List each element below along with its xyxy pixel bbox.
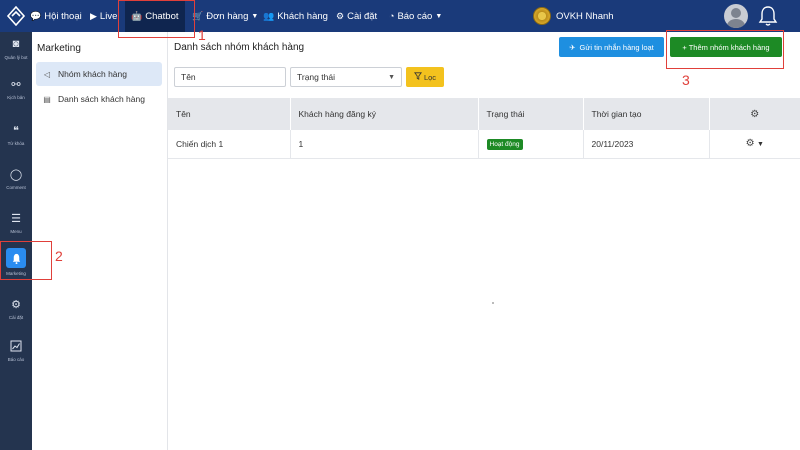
rail-item-comment[interactable]: ◯ Comment	[0, 162, 32, 198]
column-header[interactable]: Tên	[168, 98, 291, 130]
logo-icon	[6, 6, 26, 26]
column-header[interactable]: Thời gian tạo	[583, 98, 710, 130]
table-header-row: Tên Khách hàng đăng ký Trạng thái Thời g…	[168, 98, 800, 130]
nav-live[interactable]: ▶ Live	[90, 0, 117, 32]
annotation-number-2: 2	[55, 248, 63, 264]
chevron-down-icon: ▼	[435, 12, 443, 20]
nav-conversations[interactable]: 💬 Hội thoại	[30, 0, 82, 32]
marketing-sidebar: Marketing ◁ Nhóm khách hàng ▤ Danh sách …	[32, 32, 168, 450]
nav-customers[interactable]: 👥 Khách hàng	[263, 0, 328, 32]
sidebar-item-customer-list[interactable]: ▤ Danh sách khách hàng	[36, 87, 162, 111]
brand-name: OVKH Nhanh	[556, 10, 614, 22]
gear-icon[interactable]: ⚙	[750, 109, 759, 120]
annotation-box-2	[0, 241, 52, 280]
rail-label: Menu	[10, 229, 22, 234]
gear-icon: ⚙	[11, 298, 21, 311]
avatar[interactable]	[724, 4, 748, 28]
sidebar-item-customer-groups[interactable]: ◁ Nhóm khách hàng	[36, 62, 162, 86]
nav-label: Live	[99, 10, 118, 22]
page-title: Danh sách nhóm khách hàng	[174, 42, 305, 53]
send-icon: ✈	[569, 42, 576, 52]
rail-item-keyword[interactable]: ❝ Từ khóa	[0, 118, 32, 154]
flow-icon: ⚯	[11, 78, 21, 91]
status-badge: Hoạt động	[486, 138, 523, 150]
rail-label: Comment	[6, 185, 26, 190]
sidebar-item-label: Nhóm khách hàng	[58, 69, 127, 79]
nav-label: Báo cáo	[397, 10, 433, 22]
column-header[interactable]: Khách hàng đăng ký	[290, 98, 479, 130]
filter-button[interactable]: Lọc	[406, 67, 444, 87]
nav-label: Cài đặt	[347, 10, 378, 22]
sidebar-title: Marketing	[37, 43, 81, 54]
bell-icon[interactable]	[758, 5, 778, 27]
column-settings[interactable]: ⚙	[709, 98, 800, 130]
nav-label: Khách hàng	[277, 10, 328, 22]
annotation-box-1	[118, 0, 195, 38]
annotation-box-3	[666, 30, 784, 69]
chevron-down-icon: ▼	[251, 12, 259, 20]
robot-icon: ◙	[12, 38, 20, 50]
rail-label: Quản lý bot	[4, 55, 28, 60]
megaphone-icon: ◁	[43, 69, 51, 79]
chat-icon: 💬	[30, 10, 42, 21]
chart-icon: ◔	[389, 11, 395, 21]
rail-label: Từ khóa	[7, 141, 25, 146]
loading-dot	[492, 302, 494, 304]
sidebar-item-label: Danh sách khách hàng	[58, 94, 145, 104]
subscribers-cell: 1	[290, 130, 479, 158]
rail-item-bot-manager[interactable]: ◙ Quản lý bot	[0, 32, 32, 68]
gear-icon: ⚙	[336, 10, 345, 21]
rail-item-settings[interactable]: ⚙ Cài đặt	[0, 292, 32, 328]
group-name-cell[interactable]: Chiến dịch 1	[168, 130, 291, 158]
nav-settings[interactable]: ⚙ Cài đặt	[336, 0, 377, 32]
customer-group-table: Tên Khách hàng đăng ký Trạng thái Thời g…	[168, 98, 800, 159]
nav-label: Đơn hàng	[206, 10, 249, 22]
row-actions[interactable]: ⚙ ▼	[709, 130, 800, 158]
funnel-icon	[413, 72, 422, 82]
table-row[interactable]: Chiến dịch 1 1 Hoạt động 20/11/2023 ⚙ ▼	[168, 130, 800, 158]
annotation-number-1: 1	[198, 27, 206, 43]
contacts-icon: ▤	[43, 94, 51, 104]
rail-item-scenario[interactable]: ⚯ Kịch bản	[0, 72, 32, 108]
status-cell: Hoạt động	[478, 130, 584, 158]
nav-reports[interactable]: ◔ Báo cáo ▼	[389, 0, 442, 32]
button-label: Lọc	[423, 72, 437, 82]
video-icon: ▶	[90, 10, 97, 21]
input-value: Tên	[181, 72, 196, 82]
created-cell: 20/11/2023	[583, 130, 710, 158]
comment-icon: ◯	[9, 168, 23, 181]
gear-icon[interactable]: ⚙	[746, 138, 755, 149]
rail-label: Kịch bản	[7, 95, 25, 100]
column-header[interactable]: Trạng thái	[478, 98, 584, 130]
menu-icon: ☰	[11, 212, 21, 225]
rail-item-menu[interactable]: ☰ Menu	[0, 206, 32, 242]
rail-item-reports[interactable]: Báo cáo	[0, 334, 32, 370]
main-content: Danh sách nhóm khách hàng ✈ Gửi tin nhắn…	[168, 32, 800, 450]
rail-label: Báo cáo	[7, 357, 25, 362]
nav-label: Hội thoại	[44, 10, 82, 22]
chart-icon	[8, 338, 24, 354]
select-value: Trạng thái	[297, 72, 335, 82]
send-bulk-message-button[interactable]: ✈ Gửi tin nhắn hàng loạt	[559, 37, 664, 57]
rail-label: Cài đặt	[8, 315, 24, 320]
annotation-number-3: 3	[682, 72, 690, 88]
name-filter-input[interactable]: Tên	[174, 67, 286, 87]
chevron-down-icon[interactable]: ▼	[757, 141, 764, 148]
app-logo[interactable]	[0, 0, 32, 32]
keyword-icon: ❝	[13, 124, 19, 137]
users-icon: 👥	[263, 10, 275, 21]
button-label: Gửi tin nhắn hàng loạt	[579, 42, 654, 52]
page-selector[interactable]: OVKH Nhanh	[533, 0, 614, 32]
brand-logo	[533, 7, 551, 25]
chevron-down-icon: ▼	[388, 73, 395, 81]
status-filter-select[interactable]: Trạng thái ▼	[290, 67, 402, 87]
